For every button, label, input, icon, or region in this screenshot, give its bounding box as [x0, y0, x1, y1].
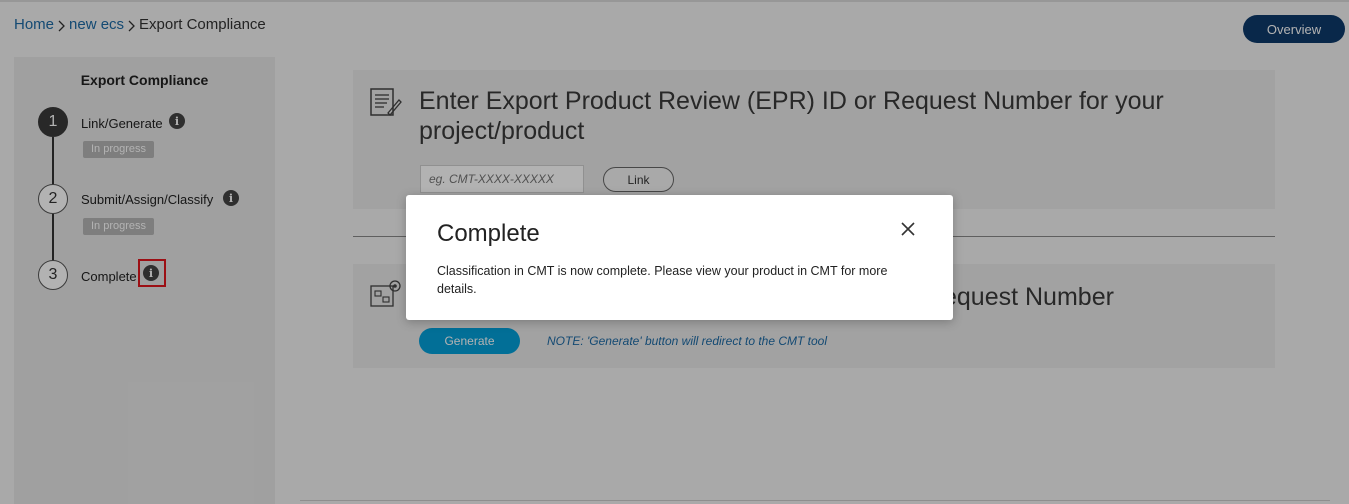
modal-title: Complete [437, 220, 540, 247]
complete-modal: Complete Classification in CMT is now co… [406, 195, 953, 320]
modal-message: Classification in CMT is now complete. P… [437, 264, 888, 296]
close-icon[interactable] [895, 216, 921, 242]
